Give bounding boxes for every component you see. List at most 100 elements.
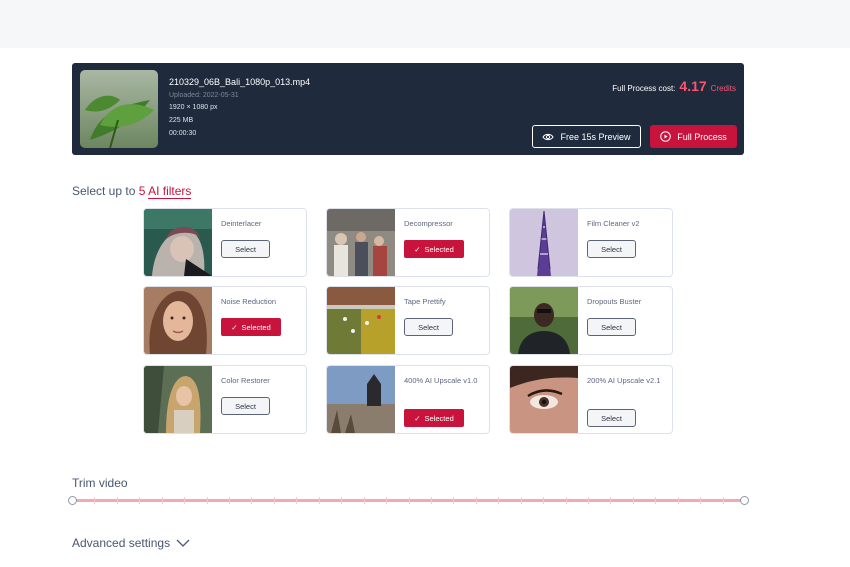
trim-start-handle[interactable] xyxy=(68,496,77,505)
trim-tick xyxy=(229,497,231,504)
filter-name: 200% AI Upscale v2.1 xyxy=(587,376,661,385)
trim-tick xyxy=(318,497,320,504)
selected-label: Selected xyxy=(424,413,454,423)
selected-button[interactable]: ✓ Selected xyxy=(404,409,464,427)
filter-name: Deinterlacer xyxy=(221,219,262,228)
selected-label: Selected xyxy=(424,244,454,254)
filter-name: 400% AI Upscale v1.0 xyxy=(404,376,478,385)
trim-tick xyxy=(543,497,545,504)
video-thumbnail xyxy=(80,70,158,148)
trim-tick xyxy=(475,497,477,504)
advanced-settings-toggle[interactable]: Advanced settings xyxy=(72,536,190,550)
select-button[interactable]: Select xyxy=(587,240,636,258)
trim-tick xyxy=(139,497,141,504)
trim-tick xyxy=(341,497,343,504)
trim-tick xyxy=(94,497,96,504)
trim-video-title: Trim video xyxy=(72,476,128,490)
filter-preview-image xyxy=(144,366,212,433)
top-bar xyxy=(0,0,850,48)
filter-preview-image xyxy=(327,366,395,433)
check-icon: ✓ xyxy=(414,244,421,254)
trim-tick xyxy=(610,497,612,504)
trim-tick xyxy=(161,497,163,504)
trim-tick xyxy=(498,497,500,504)
filter-card-film-cleaner[interactable]: Film Cleaner v2 Select xyxy=(509,208,673,277)
trim-tick xyxy=(700,497,702,504)
trim-tick xyxy=(677,497,679,504)
full-process-label: Full Process xyxy=(677,131,727,142)
select-button[interactable]: Select xyxy=(221,240,270,258)
trim-tick xyxy=(251,497,253,504)
filter-card-decompressor[interactable]: Decompressor ✓ Selected xyxy=(326,208,490,277)
cost-label: Full Process cost: xyxy=(612,84,676,93)
cost-value: 4.17 xyxy=(679,78,707,94)
trim-tick xyxy=(408,497,410,504)
check-icon: ✓ xyxy=(414,413,421,423)
free-preview-label: Free 15s Preview xyxy=(560,131,631,142)
filter-preview-image xyxy=(144,209,212,276)
play-circle-icon xyxy=(660,131,672,142)
free-preview-button[interactable]: Free 15s Preview xyxy=(532,125,641,148)
filter-card-400-upscale[interactable]: 400% AI Upscale v1.0 ✓ Selected xyxy=(326,365,490,434)
filters-max-count: 5 xyxy=(138,184,146,198)
file-size: 225 MB xyxy=(169,117,194,124)
filter-card-deinterlacer[interactable]: Deinterlacer Select xyxy=(143,208,307,277)
filter-name: Decompressor xyxy=(404,219,453,228)
ai-filters-link[interactable]: AI filters xyxy=(148,184,192,199)
filter-preview-image xyxy=(327,209,395,276)
file-card: 210329_06B_Bali_1080p_013.mp4 Uploaded: … xyxy=(72,63,744,155)
filter-card-color-restorer[interactable]: Color Restorer Select xyxy=(143,365,307,434)
trim-tick xyxy=(565,497,567,504)
filters-heading: Select up to 5 AI filters xyxy=(72,184,192,199)
filter-preview-image xyxy=(510,287,578,354)
trim-tick xyxy=(206,497,208,504)
selected-button[interactable]: ✓ Selected xyxy=(221,318,281,336)
file-name: 210329_06B_Bali_1080p_013.mp4 xyxy=(169,77,311,87)
file-resolution: 1920 × 1080 px xyxy=(169,104,218,111)
process-cost: Full Process cost: 4.17 Credits xyxy=(612,78,736,94)
trim-tick xyxy=(363,497,365,504)
check-icon: ✓ xyxy=(231,322,238,332)
trim-tick xyxy=(116,497,118,504)
filter-card-dropouts-buster[interactable]: Dropouts Buster Select xyxy=(509,286,673,355)
filter-preview-image xyxy=(510,366,578,433)
file-duration: 00:00:30 xyxy=(169,130,197,137)
trim-tick xyxy=(184,497,186,504)
filter-card-noise-reduction[interactable]: Noise Reduction ✓ Selected xyxy=(143,286,307,355)
filter-name: Film Cleaner v2 xyxy=(587,219,640,228)
filter-name: Noise Reduction xyxy=(221,297,277,306)
selected-button[interactable]: ✓ Selected xyxy=(404,240,464,258)
select-button[interactable]: Select xyxy=(404,318,453,336)
trim-slider-track[interactable] xyxy=(72,497,745,504)
selected-label: Selected xyxy=(241,322,271,332)
trim-tick xyxy=(632,497,634,504)
filter-name: Color Restorer xyxy=(221,376,270,385)
trim-tick xyxy=(296,497,298,504)
trim-tick xyxy=(430,497,432,504)
filters-heading-prefix: Select up to xyxy=(72,184,136,198)
trim-tick xyxy=(386,497,388,504)
chevron-down-icon xyxy=(176,539,190,547)
select-button[interactable]: Select xyxy=(587,409,636,427)
trim-tick xyxy=(655,497,657,504)
filter-card-200-upscale[interactable]: 200% AI Upscale v2.1 Select xyxy=(509,365,673,434)
cost-unit: Credits xyxy=(710,84,736,93)
trim-end-handle[interactable] xyxy=(740,496,749,505)
trim-tick xyxy=(587,497,589,504)
filter-preview-image xyxy=(144,287,212,354)
trim-tick xyxy=(273,497,275,504)
select-button[interactable]: Select xyxy=(587,318,636,336)
upload-date: Uploaded: 2022-05-31 xyxy=(169,92,239,99)
filter-preview-image xyxy=(327,287,395,354)
trim-tick xyxy=(722,497,724,504)
select-button[interactable]: Select xyxy=(221,397,270,415)
full-process-button[interactable]: Full Process xyxy=(650,125,737,148)
filter-card-tape-prettify[interactable]: Tape Prettify Select xyxy=(326,286,490,355)
trim-tick xyxy=(453,497,455,504)
eye-icon xyxy=(542,133,555,140)
advanced-settings-label: Advanced settings xyxy=(72,536,171,550)
filter-name: Dropouts Buster xyxy=(587,297,642,306)
filter-name: Tape Prettify xyxy=(404,297,446,306)
trim-tick xyxy=(520,497,522,504)
filter-preview-image xyxy=(510,209,578,276)
